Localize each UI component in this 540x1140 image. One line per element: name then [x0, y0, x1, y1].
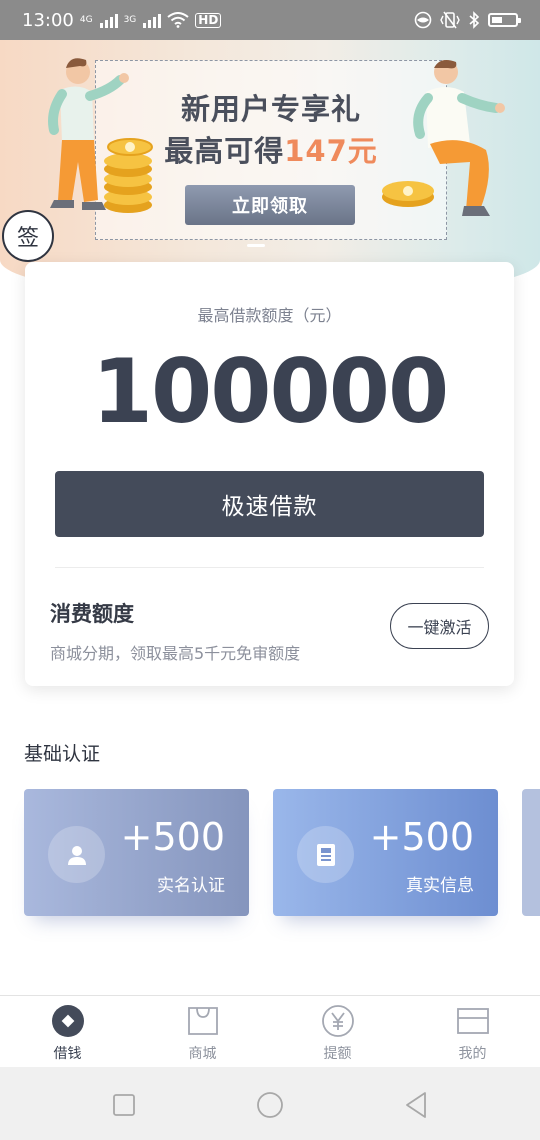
nav-label: 提额: [323, 1046, 352, 1062]
network-type-1: 4G: [79, 15, 93, 25]
auth-name: 实名认证: [157, 876, 225, 896]
nav-label: 我的: [458, 1046, 487, 1062]
hd-icon: HD: [195, 12, 222, 28]
yen-icon: [321, 1004, 355, 1038]
consume-limit-description: 商城分期，领取最高5千元免审额度: [50, 644, 301, 663]
limit-value: 100000: [91, 340, 449, 443]
auth-card-info[interactable]: +500 真实信息: [273, 789, 498, 916]
banner-title: 新用户专享礼: [180, 92, 361, 126]
signal-icon-2: [143, 12, 162, 28]
system-nav-bar: [0, 1067, 540, 1140]
status-right: [414, 11, 521, 29]
clock: 13:00: [22, 9, 74, 31]
eye-comfort-icon: [414, 11, 432, 29]
auth-name: 真实信息: [406, 876, 474, 896]
banner-subtitle: 最高可得147元: [95, 128, 447, 170]
quick-borrow-button[interactable]: 极速借款: [55, 471, 484, 537]
nav-label: 商城: [188, 1046, 217, 1062]
limit-label: 最高借款额度（元）: [197, 306, 342, 325]
nav-item-loan[interactable]: 借钱: [0, 996, 135, 1067]
banner-amount: 147元: [284, 134, 378, 168]
loan-icon: [51, 1004, 85, 1038]
consume-limit-title: 消费额度: [50, 602, 134, 626]
bag-icon: [186, 1004, 220, 1038]
battery-icon: [488, 13, 521, 27]
vibrate-icon: [440, 11, 460, 29]
status-left: 13:00 4G 3G HD: [22, 9, 222, 31]
network-type-2: 3G: [123, 15, 137, 25]
claim-now-button[interactable]: 立即领取: [185, 185, 355, 225]
status-bar: 13:00 4G 3G HD: [0, 0, 540, 40]
nav-item-mall[interactable]: 商城: [135, 996, 270, 1067]
signal-icon: [99, 12, 118, 28]
auth-card-realname[interactable]: +500 实名认证: [24, 789, 249, 916]
carousel-indicator: [247, 244, 265, 247]
card-icon: [456, 1004, 490, 1038]
person-icon: [48, 826, 105, 883]
credit-limit-card: 最高借款额度（元） 100000 极速借款 消费额度 商城分期，领取最高5千元免…: [25, 262, 514, 686]
nav-item-raise[interactable]: 提额: [270, 996, 405, 1067]
bottom-nav: 借钱 商城 提额 我的: [0, 995, 540, 1067]
back-button[interactable]: [402, 1091, 430, 1119]
promo-banner[interactable]: 新用户专享礼 最高可得147元 立即领取: [0, 40, 540, 300]
card-divider: [55, 567, 484, 568]
auth-card-partial[interactable]: [522, 789, 540, 916]
verification-title: 基础认证: [24, 743, 101, 765]
banner-subtitle-prefix: 最高可得: [164, 134, 285, 168]
nav-item-me[interactable]: 我的: [405, 996, 540, 1067]
auth-points: +500: [369, 815, 474, 859]
recent-apps-button[interactable]: [110, 1091, 138, 1119]
sign-in-button[interactable]: 签: [2, 210, 54, 262]
home-button[interactable]: [256, 1091, 284, 1119]
activate-button[interactable]: 一键激活: [390, 603, 489, 649]
nav-label: 借钱: [53, 1046, 82, 1062]
auth-points: +500: [120, 815, 225, 859]
wifi-icon: [167, 12, 189, 28]
bluetooth-icon: [469, 11, 480, 29]
coin-right: [382, 181, 434, 207]
document-icon: [297, 826, 354, 883]
